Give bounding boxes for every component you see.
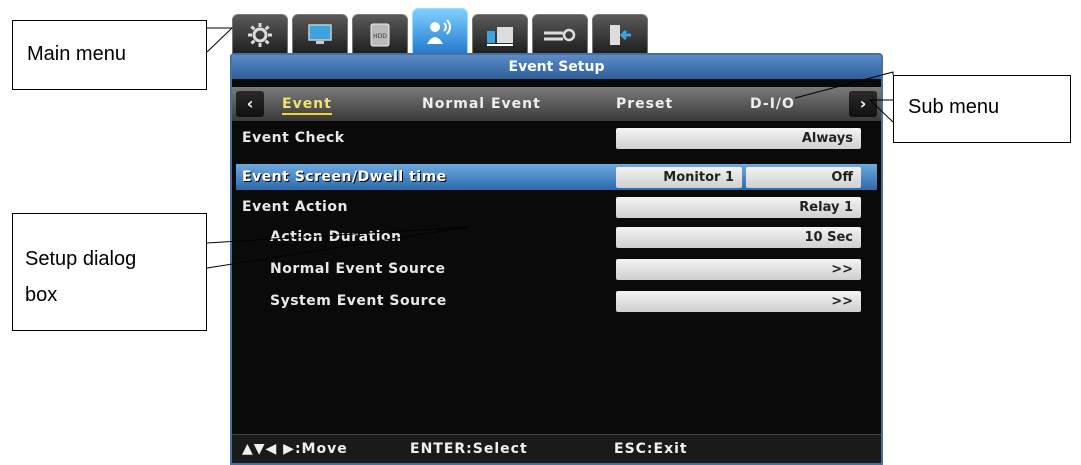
subtab-event[interactable]: Event (282, 87, 332, 121)
dwell-time-value[interactable]: Off (746, 167, 861, 188)
hdd-icon: HDD (370, 23, 390, 47)
callout-setup-line1: Setup dialog (25, 248, 137, 270)
event-person-icon (427, 19, 451, 44)
dialog-title: Event Setup (232, 55, 881, 79)
event-screen-monitor-value[interactable]: Monitor 1 (616, 167, 742, 188)
exit-icon (610, 25, 631, 45)
row-label: System Event Source (270, 293, 447, 309)
gear-icon (248, 23, 272, 47)
callout-setup-dialog: Setup dialog box (12, 213, 207, 331)
row-label: Event Action (242, 199, 348, 215)
row-label: Event Check (242, 130, 345, 146)
tab-system-tools[interactable] (532, 14, 588, 56)
monitor-icon (308, 24, 332, 44)
callout-setup-line2: box (25, 284, 58, 306)
subtab-normal-event[interactable]: Normal Event (422, 87, 541, 121)
event-check-value[interactable]: Always (616, 128, 861, 149)
status-move-hint: ▲▼◀ ▶:Move (242, 441, 348, 457)
tab-storage-setup[interactable]: HDD (352, 14, 408, 56)
sub-menu-left-arrow[interactable]: ‹ (236, 91, 264, 117)
tab-exit[interactable] (592, 14, 648, 56)
system-event-source-button[interactable]: >> (616, 291, 861, 312)
normal-event-source-button[interactable]: >> (616, 259, 861, 280)
row-label: Action Duration (270, 229, 402, 245)
sub-menu-bar: ‹ Event Normal Event Preset D-I/O › (232, 87, 881, 121)
subtab-preset[interactable]: Preset (616, 87, 673, 121)
sub-menu-right-arrow[interactable]: › (849, 91, 877, 117)
row-label: Normal Event Source (270, 261, 446, 277)
hdd-label: HDD (373, 33, 387, 40)
row-label: Event Screen/Dwell time (242, 169, 447, 185)
tab-event-setup[interactable] (412, 8, 468, 58)
tab-display-setup[interactable] (292, 14, 348, 56)
event-action-value[interactable]: Relay 1 (616, 197, 861, 218)
row-normal-event-source: Normal Event Source >> (236, 256, 877, 282)
callout-sub-menu: Sub menu (893, 75, 1071, 143)
action-duration-value[interactable]: 10 Sec (616, 227, 861, 248)
row-action-duration: Action Duration 10 Sec (236, 224, 877, 250)
tab-network-setup[interactable] (472, 14, 528, 56)
row-event-screen-dwell: Event Screen/Dwell time Monitor 1 Off (236, 164, 877, 190)
status-exit-hint: ESC:Exit (614, 441, 688, 457)
setup-dialog: Event Setup ‹ Event Normal Event Preset … (230, 53, 883, 465)
status-bar: ▲▼◀ ▶:Move ENTER:Select ESC:Exit (232, 434, 881, 463)
row-event-check: Event Check Always (236, 125, 877, 151)
row-event-action: Event Action Relay 1 (236, 194, 877, 220)
callout-main-menu: Main menu (12, 20, 207, 90)
tab-system-setup[interactable] (232, 14, 288, 56)
network-icon (487, 27, 513, 46)
row-system-event-source: System Event Source >> (236, 288, 877, 314)
system-settings-icon (544, 28, 576, 42)
status-select-hint: ENTER:Select (410, 441, 528, 457)
subtab-dio[interactable]: D-I/O (750, 87, 795, 121)
